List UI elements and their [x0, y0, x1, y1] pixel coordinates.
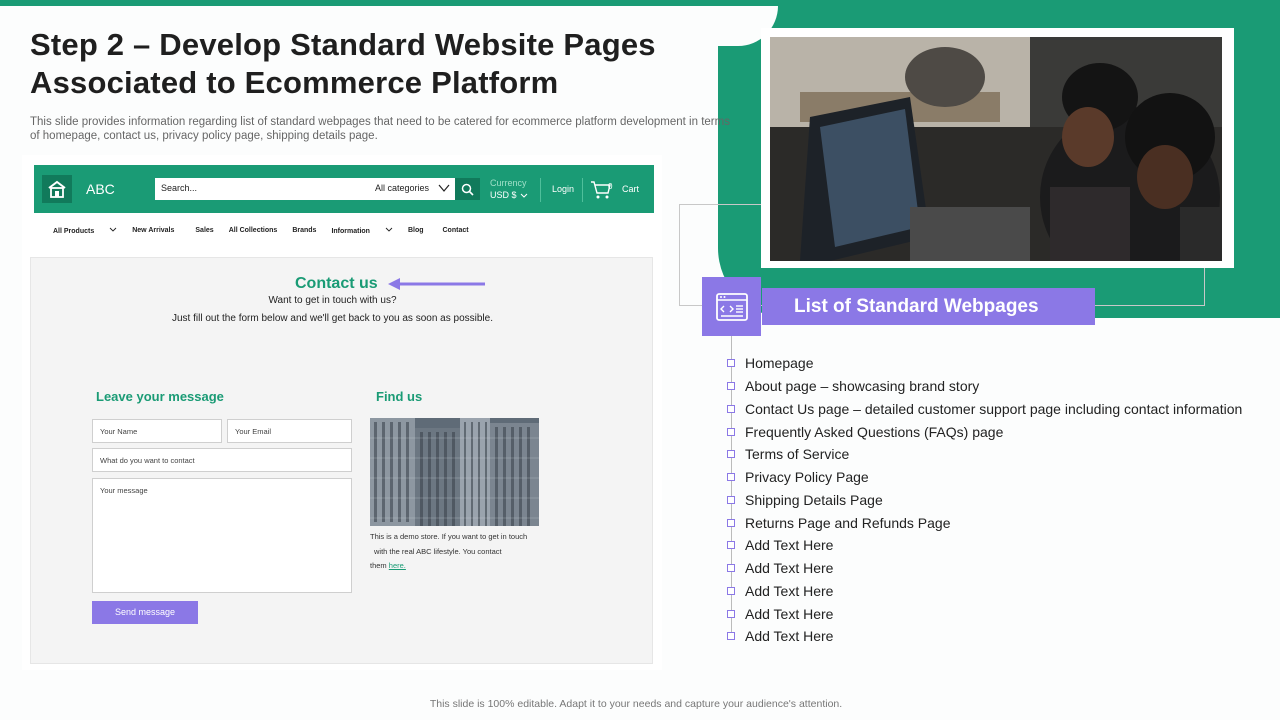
find-us-text: This is a demo store. If you want to get… [370, 532, 528, 570]
bullet-icon [727, 404, 735, 413]
category-select[interactable]: All categories [375, 183, 429, 193]
site-brand[interactable]: ABC [86, 181, 115, 197]
bullet-icon [727, 541, 735, 550]
list-item: About page – showcasing brand story [727, 375, 1242, 398]
email-field[interactable]: Your Email [227, 419, 352, 443]
menu-item-brands[interactable]: Brands [292, 227, 316, 239]
send-message-button[interactable]: Send message [92, 601, 198, 624]
search-input[interactable]: Search... All categories [155, 178, 455, 200]
list-item: Add Text Here [727, 625, 1242, 648]
currency-selector[interactable]: USD $ [490, 190, 517, 200]
bullet-icon [727, 495, 735, 504]
list-item: Add Text Here [727, 534, 1242, 557]
slide-subtitle: This slide provides information regardin… [30, 116, 730, 142]
menu-item-new-arrivals[interactable]: New Arrivals [132, 227, 174, 239]
arrow-left-icon [388, 278, 485, 290]
cart-link[interactable]: Cart [622, 184, 639, 194]
bullet-icon [727, 609, 735, 618]
list-item: Returns Page and Refunds Page [727, 511, 1242, 534]
webpages-list-heading: List of Standard Webpages [762, 288, 1095, 325]
bullet-icon [727, 382, 735, 391]
contact-section: Contact us Want to get in touch with us?… [30, 257, 653, 664]
contact-intro-line1: Want to get in touch with us? [268, 295, 397, 306]
website-mockup: ABC Search... All categories Currency US… [22, 155, 662, 670]
search-button[interactable] [455, 178, 480, 200]
category-menu: All Products New Arrivals Sales All Coll… [53, 227, 484, 239]
menu-item-information[interactable]: Information [331, 227, 393, 239]
city-buildings-image [370, 418, 539, 526]
chevron-down-icon [385, 227, 393, 232]
menu-item-contact[interactable]: Contact [443, 227, 469, 239]
nav-divider [540, 178, 541, 202]
subject-field[interactable]: What do you want to contact [92, 448, 352, 472]
bullet-icon [727, 586, 735, 595]
list-item: Terms of Service [727, 443, 1242, 466]
search-icon [461, 183, 474, 196]
currency-label: Currency [490, 178, 527, 188]
login-link[interactable]: Login [552, 184, 574, 194]
find-us-heading: Find us [376, 389, 423, 404]
name-field[interactable]: Your Name [92, 419, 222, 443]
site-navbar: ABC Search... All categories Currency US… [34, 165, 654, 213]
menu-item-all-products[interactable]: All Products [53, 227, 117, 239]
list-item: Shipping Details Page [727, 489, 1242, 512]
bullet-icon [727, 564, 735, 573]
slide-title: Step 2 – Develop Standard Website Pages … [30, 27, 656, 100]
bullet-icon [727, 518, 735, 527]
menu-item-sales[interactable]: Sales [195, 227, 213, 239]
store-logo-icon[interactable] [42, 175, 72, 203]
menu-item-blog[interactable]: Blog [408, 227, 424, 239]
list-item: Frequently Asked Questions (FAQs) page [727, 420, 1242, 443]
list-item: Add Text Here [727, 580, 1242, 603]
list-item: Contact Us page – detailed customer supp… [727, 398, 1242, 421]
list-item: Homepage [727, 352, 1242, 375]
chevron-down-icon [438, 184, 450, 192]
bullet-icon [727, 632, 735, 641]
contact-title: Contact us [295, 275, 378, 292]
currency-chevron-icon [520, 193, 528, 198]
cart-count-badge: 0 [608, 182, 613, 191]
contact-intro-line2: Just fill out the form below and we'll g… [172, 313, 493, 324]
webpages-list: Homepage About page – showcasing brand s… [727, 352, 1242, 648]
list-item: Add Text Here [727, 602, 1242, 625]
bullet-icon [727, 450, 735, 459]
chevron-down-icon [109, 227, 117, 232]
slide-footer: This slide is 100% editable. Adapt it to… [429, 698, 843, 710]
nav-divider [582, 178, 583, 202]
top-accent-band [0, 0, 740, 6]
contact-here-link[interactable]: here. [389, 561, 406, 570]
bullet-icon [727, 473, 735, 482]
search-placeholder: Search... [161, 183, 198, 193]
bullet-icon [727, 427, 735, 436]
list-item: Privacy Policy Page [727, 466, 1242, 489]
leave-message-heading: Leave your message [96, 389, 224, 404]
bullet-icon [727, 359, 735, 368]
message-textarea[interactable]: Your message [92, 478, 352, 593]
team-working-photo [770, 37, 1222, 261]
menu-item-all-collections[interactable]: All Collections [229, 227, 278, 239]
code-webpage-icon [702, 277, 761, 336]
list-item: Add Text Here [727, 557, 1242, 580]
